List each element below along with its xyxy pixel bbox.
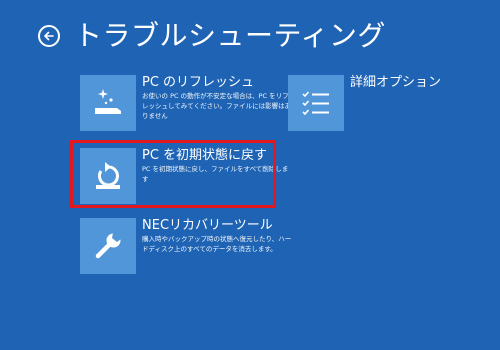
option-refresh-pc[interactable]: PC のリフレッシュ お使いの PC の動作が不安定な場合は、PC をリフレッシ…: [80, 75, 292, 131]
option-description: PC を初期状態に戻し、ファイルをすべて削除します: [142, 165, 289, 183]
option-tile: [288, 75, 344, 131]
reset-arrow-icon: [96, 162, 120, 189]
option-label: 詳細オプション: [350, 75, 442, 90]
option-tile: [80, 75, 136, 131]
option-advanced-options[interactable]: 詳細オプション: [288, 75, 500, 131]
option-reset-pc[interactable]: PC を初期状態に戻す PC を初期状態に戻し、ファイルをすべて削除します: [80, 148, 292, 204]
wrench-icon: [95, 233, 121, 259]
option-label: NECリカバリーツール: [142, 218, 273, 233]
option-tile: [80, 218, 136, 274]
option-tile: [80, 148, 136, 204]
option-description: 購入時やバックアップ時の状態へ復元したり、ハードディスク上のすべてのデータを消去…: [142, 235, 292, 253]
option-description: お使いの PC の動作が不安定な場合は、PC をリフレッシュしてみてください。フ…: [142, 92, 292, 120]
sparkle-icon: [95, 89, 121, 114]
option-label: PC を初期状態に戻す: [142, 148, 268, 163]
back-button[interactable]: [38, 25, 60, 47]
back-arrow-icon: [44, 31, 54, 41]
option-nec-recovery-tool[interactable]: NECリカバリーツール 購入時やバックアップ時の状態へ復元したり、ハードディスク…: [80, 218, 292, 274]
header: トラブルシューティング: [38, 14, 386, 58]
checklist-icon: [302, 91, 329, 116]
page-title: トラブルシューティング: [74, 19, 386, 52]
option-label: PC のリフレッシュ: [142, 75, 255, 90]
